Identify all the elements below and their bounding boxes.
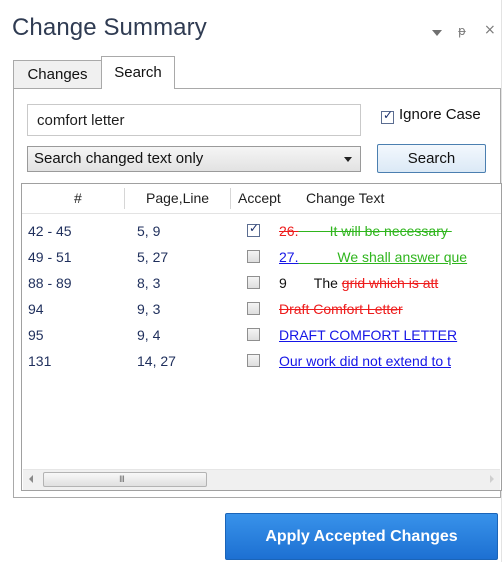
change-range-cell: 88 - 89 bbox=[28, 275, 72, 291]
change-range-cell: 42 - 45 bbox=[28, 223, 72, 239]
change-range-cell: 94 bbox=[28, 301, 44, 317]
change-range-cell: 95 bbox=[28, 327, 44, 343]
scroll-grip: III bbox=[119, 475, 125, 485]
column-header-accept[interactable]: Accept bbox=[238, 184, 281, 213]
change-text-cell: Our work did not extend to t bbox=[279, 348, 451, 374]
column-header-change-text[interactable]: Change Text bbox=[306, 184, 384, 213]
change-summary-panel: Change Summary ᵽ × Changes Search Ignore… bbox=[0, 0, 502, 562]
tab-changes[interactable]: Changes bbox=[13, 60, 101, 88]
accept-checkbox[interactable] bbox=[247, 276, 260, 289]
column-header-page-line[interactable]: Page,Line bbox=[146, 184, 209, 213]
change-text-segment: grid which is att bbox=[341, 275, 439, 291]
caret-down-icon[interactable] bbox=[432, 30, 442, 36]
change-text-segment: 27. bbox=[279, 249, 299, 265]
page-line-cell: 5, 27 bbox=[137, 249, 169, 265]
panel-title: Change Summary bbox=[12, 14, 207, 41]
page-line-cell: 14, 27 bbox=[137, 353, 176, 369]
column-header-number[interactable]: # bbox=[74, 184, 82, 213]
change-text-segment: The bbox=[286, 275, 342, 291]
page-line-cell: 5, 9 bbox=[137, 223, 161, 239]
change-text-segment: 9 bbox=[279, 275, 287, 291]
change-range-cell: 49 - 51 bbox=[28, 249, 72, 265]
accept-checkbox[interactable] bbox=[247, 354, 260, 367]
column-divider[interactable] bbox=[230, 188, 231, 209]
search-scope-select[interactable]: Search changed text only bbox=[27, 146, 361, 172]
scroll-thumb[interactable]: III bbox=[43, 472, 207, 487]
table-row[interactable]: 42 - 45 5, 9 26. It will be necessary bbox=[22, 218, 501, 244]
header-divider bbox=[22, 213, 501, 214]
table-row[interactable]: 131 14, 27 Our work did not extend to t bbox=[22, 348, 501, 374]
page-line-cell: 9, 4 bbox=[137, 327, 161, 343]
scroll-left-icon[interactable] bbox=[29, 475, 33, 483]
horizontal-scrollbar[interactable]: III bbox=[23, 469, 500, 490]
change-text-segment: We shall answer que bbox=[298, 249, 468, 265]
accept-checkbox[interactable] bbox=[247, 250, 260, 263]
change-text-cell: DRAFT COMFORT LETTER bbox=[279, 322, 457, 348]
table-row[interactable]: 49 - 51 5, 27 27. We shall answer que bbox=[22, 244, 501, 270]
change-text-segment: 26. bbox=[279, 223, 299, 239]
accept-checkbox[interactable] bbox=[247, 221, 260, 237]
change-text-cell: 27. We shall answer que bbox=[279, 244, 467, 270]
ignore-case-checkbox[interactable] bbox=[381, 108, 394, 124]
page-line-cell: 9, 3 bbox=[137, 301, 161, 317]
change-text-cell: 26. It will be necessary bbox=[279, 218, 452, 244]
apply-accepted-changes-button[interactable]: Apply Accepted Changes bbox=[225, 513, 498, 560]
change-text-cell: Draft Comfort Letter bbox=[279, 296, 403, 322]
change-text-segment: DRAFT COMFORT LETTER bbox=[279, 327, 458, 343]
change-text-segment: Draft Comfort Letter bbox=[279, 301, 403, 317]
close-icon[interactable]: × bbox=[484, 22, 496, 38]
chevron-down-icon bbox=[344, 157, 352, 162]
search-button[interactable]: Search bbox=[377, 144, 486, 173]
change-text-segment: Our work did not extend to t bbox=[279, 353, 451, 369]
table-row[interactable]: 88 - 89 8, 3 9 The grid which is att bbox=[22, 270, 501, 296]
results-grid: # Page,Line Accept Change Text 42 - 45 5,… bbox=[21, 183, 502, 491]
change-text-cell: 9 The grid which is att bbox=[279, 270, 438, 296]
accept-checkbox[interactable] bbox=[247, 302, 260, 315]
accept-checkbox[interactable] bbox=[247, 328, 260, 341]
table-row[interactable]: 94 9, 3 Draft Comfort Letter bbox=[22, 296, 501, 322]
search-input[interactable] bbox=[27, 104, 361, 136]
column-divider[interactable] bbox=[124, 188, 125, 209]
search-scope-value: Search changed text only bbox=[34, 150, 204, 167]
table-row[interactable]: 95 9, 4 DRAFT COMFORT LETTER bbox=[22, 322, 501, 348]
change-text-segment: It will be necessary bbox=[298, 223, 452, 239]
change-range-cell: 131 bbox=[28, 353, 52, 369]
scroll-right-icon[interactable] bbox=[490, 475, 494, 483]
ignore-case-label: Ignore Case bbox=[399, 106, 481, 123]
page-line-cell: 8, 3 bbox=[137, 275, 161, 291]
pin-icon[interactable]: ᵽ bbox=[458, 24, 466, 38]
tab-search[interactable]: Search bbox=[101, 56, 175, 89]
